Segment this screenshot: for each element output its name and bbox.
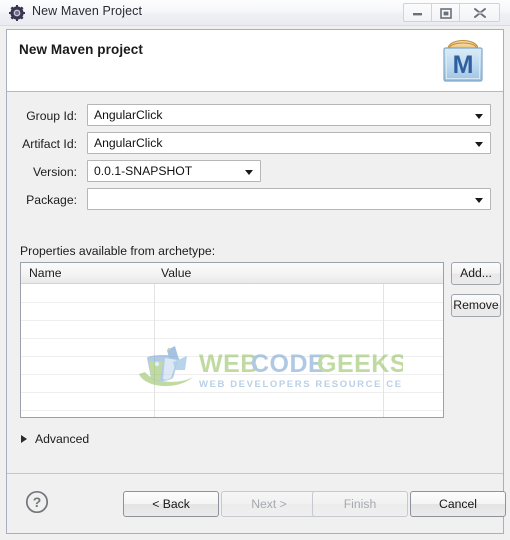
properties-label: Properties available from archetype:: [20, 244, 216, 258]
package-label: Package:: [26, 193, 77, 207]
advanced-label: Advanced: [35, 432, 90, 446]
column-header-value[interactable]: Value: [161, 266, 191, 280]
properties-table[interactable]: Name Value WEB CODE GEEKS WEB DEVELOPERS…: [20, 262, 444, 418]
chevron-down-icon: [245, 170, 253, 175]
version-label: Version:: [32, 165, 77, 179]
svg-text:WEB DEVELOPERS RESOURCE CENTER: WEB DEVELOPERS RESOURCE CENTER: [199, 379, 403, 390]
maven-project-icon: M: [435, 33, 491, 87]
maven-gear-icon: [9, 5, 25, 21]
column-divider: [154, 263, 155, 417]
minimize-button[interactable]: [403, 3, 431, 22]
page-title: New Maven project: [19, 42, 143, 57]
artifact-id-label: Artifact Id:: [22, 137, 77, 151]
new-maven-project-window: New Maven Project New Maven project M Gr…: [0, 0, 510, 540]
field-row-package: Package:: [7, 188, 503, 214]
window-titlebar: New Maven Project: [0, 0, 510, 26]
help-icon[interactable]: ?: [25, 490, 49, 514]
field-row-version: Version: 0.0.1-SNAPSHOT: [7, 160, 503, 186]
restore-button[interactable]: [431, 3, 459, 22]
column-header-name[interactable]: Name: [29, 266, 62, 280]
chevron-right-icon: [21, 435, 27, 443]
svg-text:?: ?: [33, 494, 42, 510]
back-button[interactable]: < Back: [123, 491, 219, 517]
chevron-down-icon: [475, 198, 483, 203]
chevron-down-icon: [475, 114, 483, 119]
svg-text:M: M: [453, 51, 474, 79]
group-id-combo[interactable]: AngularClick: [87, 104, 491, 126]
field-row-group-id: Group Id: AngularClick: [7, 104, 503, 130]
form-area: Group Id: AngularClick Artifact Id: Angu…: [7, 92, 503, 472]
add-property-button[interactable]: Add...: [451, 262, 501, 285]
window-title: New Maven Project: [32, 4, 143, 18]
remove-property-button[interactable]: Remove: [451, 294, 501, 317]
field-row-artifact-id: Artifact Id: AngularClick: [7, 132, 503, 158]
dialog-container: New Maven project M Group Id: AngularCli…: [6, 29, 506, 534]
finish-button: Finish: [312, 491, 408, 517]
table-header-row: Name Value: [21, 263, 443, 284]
cancel-button[interactable]: Cancel: [410, 491, 506, 517]
group-id-value: AngularClick: [94, 108, 163, 122]
chevron-down-icon: [475, 142, 483, 147]
column-divider: [383, 263, 384, 417]
artifact-id-value: AngularClick: [94, 136, 163, 150]
wizard-banner: New Maven project M: [7, 30, 503, 92]
web-code-geeks-watermark: WEB CODE GEEKS WEB DEVELOPERS RESOURCE C…: [133, 344, 433, 396]
version-combo[interactable]: 0.0.1-SNAPSHOT: [87, 160, 261, 182]
package-combo[interactable]: [87, 188, 491, 210]
dialog-footer: ? < Back Next > Finish Cancel: [7, 473, 506, 533]
group-id-label: Group Id:: [26, 109, 77, 123]
next-button: Next >: [221, 491, 317, 517]
artifact-id-combo[interactable]: AngularClick: [87, 132, 491, 154]
close-button[interactable]: [459, 3, 500, 22]
version-value: 0.0.1-SNAPSHOT: [94, 164, 193, 178]
